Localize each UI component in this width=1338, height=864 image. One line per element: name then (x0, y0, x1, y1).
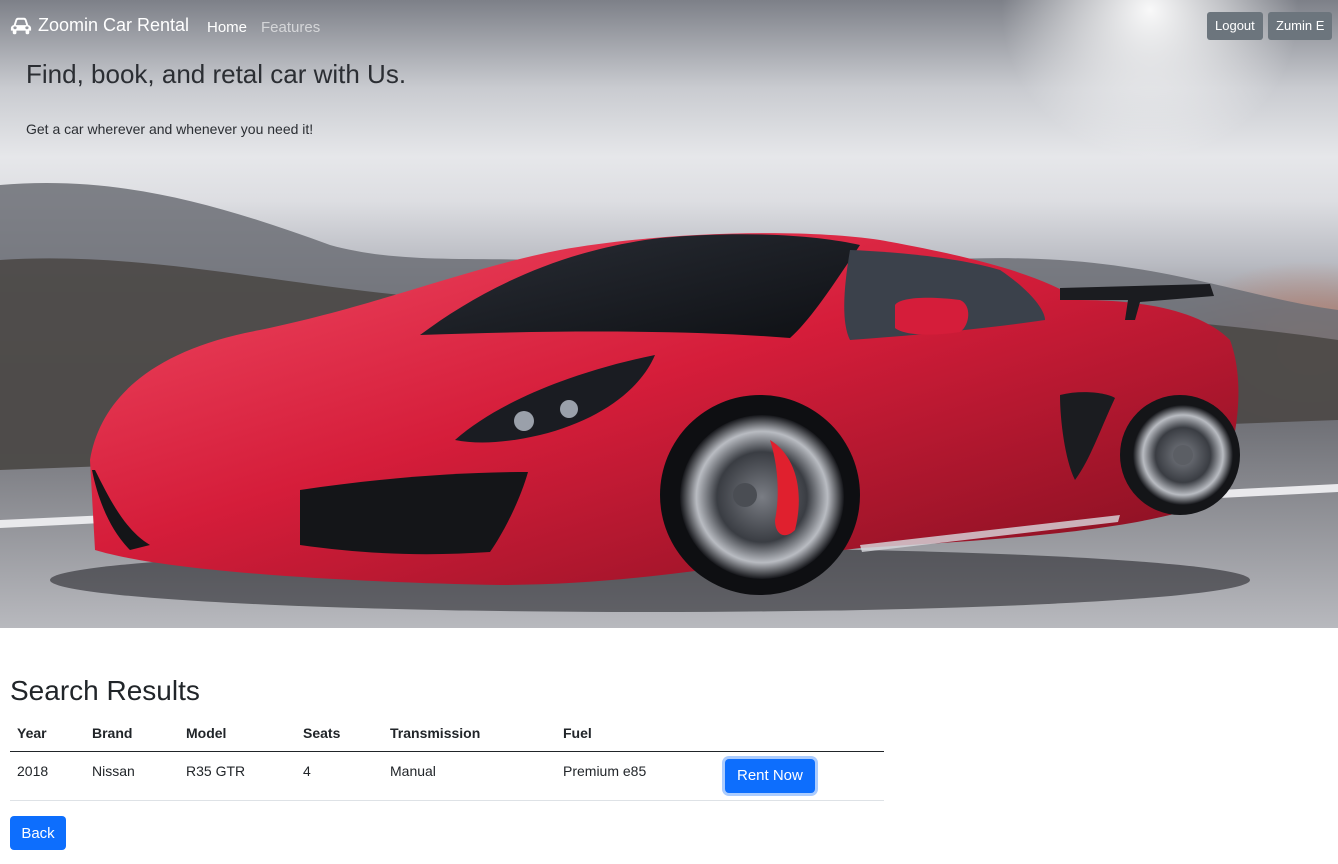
brand-name: Zoomin Car Rental (38, 15, 190, 35)
table-row: 2018 Nissan R35 GTR 4 Manual Premium e85… (10, 751, 884, 801)
column-header-brand: Brand (85, 716, 179, 752)
nav-link-features[interactable]: Features (261, 19, 320, 36)
user-account-button[interactable]: Zumin E (1268, 12, 1333, 40)
hero-car-image (0, 183, 1338, 628)
hero-subtitle: Get a car wherever and whenever you need… (26, 121, 314, 137)
car-icon (10, 17, 32, 34)
column-header-year: Year (10, 716, 85, 752)
column-header-model: Model (179, 716, 296, 752)
navbar: Zoomin Car Rental Home Features Logout Z… (0, 0, 1338, 54)
search-results-title: Search Results (10, 675, 200, 706)
column-header-seats: Seats (296, 716, 383, 752)
column-header-fuel: Fuel (556, 716, 718, 752)
rent-now-button[interactable]: Rent Now (725, 758, 815, 793)
navbar-brand[interactable]: Zoomin Car Rental (10, 15, 189, 36)
cell-seats: 4 (296, 751, 383, 801)
hero-banner (0, 0, 1338, 628)
search-results-table: Year Brand Model Seats Transmission Fuel… (10, 716, 884, 801)
hero-title: Find, book, and retal car with Us. (26, 59, 407, 89)
cell-model: R35 GTR (179, 751, 296, 801)
cell-action: Rent Now (718, 751, 884, 801)
cell-transmission: Manual (383, 751, 556, 801)
column-header-action (718, 716, 884, 752)
cell-fuel: Premium e85 (556, 751, 718, 801)
logout-button[interactable]: Logout (1207, 12, 1263, 40)
nav-link-home[interactable]: Home (207, 19, 247, 36)
back-button[interactable]: Back (10, 816, 66, 850)
cell-brand: Nissan (85, 751, 179, 801)
cell-year: 2018 (10, 751, 85, 801)
column-header-transmission: Transmission (383, 716, 556, 752)
table-header-row: Year Brand Model Seats Transmission Fuel (10, 716, 884, 752)
